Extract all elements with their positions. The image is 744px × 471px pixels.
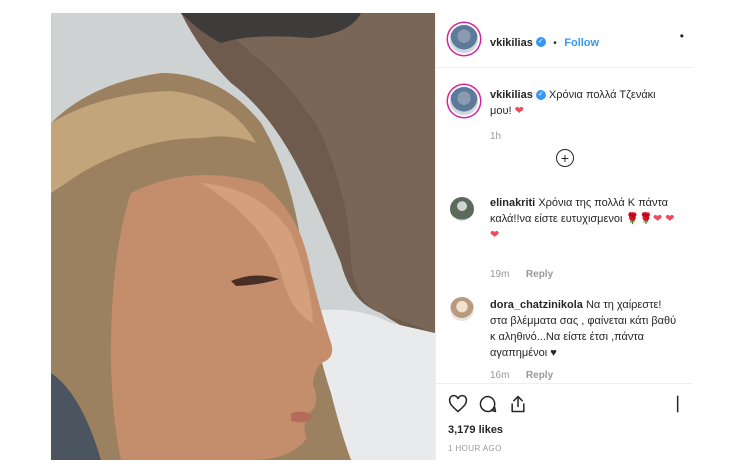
bookmark-icon[interactable] xyxy=(674,394,688,419)
post-timestamp[interactable]: 1 HOUR AGO xyxy=(448,444,502,453)
caption-time: 1h xyxy=(490,131,502,142)
header-meta: vkikilias ✓ • Follow xyxy=(490,33,599,51)
comment-meta: 19m Reply xyxy=(490,264,553,282)
post-header: vkikilias ✓ • Follow • xyxy=(436,13,692,68)
comment-time: 16m xyxy=(490,370,510,381)
more-options-glyph: • xyxy=(679,29,684,43)
photo-image xyxy=(51,13,435,460)
speech-bubble-icon xyxy=(479,395,497,413)
post-actions: 3,179 likes 1 HOUR AGO xyxy=(436,383,692,461)
share-icon[interactable] xyxy=(508,394,528,419)
caption-heart-emoji: ❤ xyxy=(514,105,524,117)
author-avatar[interactable] xyxy=(450,25,478,53)
load-more-comments-icon[interactable]: + xyxy=(556,149,574,167)
comment-username[interactable]: elinakriti xyxy=(490,197,535,209)
follow-button[interactable]: Follow xyxy=(564,37,599,49)
comment-body: dora_chatzinikola Να τη χαίρεστε!στα βλέ… xyxy=(490,297,678,361)
comment-body: elinakriti Χρόνια της πολλά Κ πάντα καλά… xyxy=(490,195,678,243)
save-bookmark-icon xyxy=(676,395,679,413)
post-photo[interactable] xyxy=(51,13,435,460)
comment-emoji: ♥ xyxy=(550,347,557,359)
caption-username[interactable]: vkikilias xyxy=(490,89,533,101)
author-username[interactable]: vkikilias xyxy=(490,37,533,49)
header-separator: • xyxy=(553,38,557,49)
more-options-icon[interactable]: • xyxy=(680,29,684,43)
commenter-avatar[interactable] xyxy=(450,197,474,221)
instagram-post: vkikilias ✓ • Follow • vkikilias ✓ Χρόνια … xyxy=(51,13,692,461)
post-sidebar: vkikilias ✓ • Follow • vkikilias ✓ Χρόνια … xyxy=(435,13,692,461)
comment-meta: 16m Reply xyxy=(490,365,553,383)
commenter-avatar[interactable] xyxy=(450,297,474,321)
load-more-glyph: + xyxy=(560,150,570,166)
heart-outline-icon xyxy=(448,394,468,413)
verified-badge-icon: ✓ xyxy=(535,36,546,47)
share-upload-icon xyxy=(511,395,525,413)
like-heart-icon[interactable] xyxy=(448,394,468,419)
reply-button[interactable]: Reply xyxy=(526,269,553,280)
likes-count[interactable]: 3,179 likes xyxy=(448,424,503,436)
reply-button[interactable]: Reply xyxy=(526,370,553,381)
comment-username[interactable]: dora_chatzinikola xyxy=(490,299,583,311)
caption-avatar[interactable] xyxy=(450,87,478,115)
caption-text-block: vkikilias ✓ Χρόνια πολλά Τζενάκι μου! ❤ xyxy=(490,87,670,119)
verified-badge-icon: ✓ xyxy=(535,90,546,101)
comment-bubble-icon[interactable] xyxy=(478,394,498,419)
comment-time: 19m xyxy=(490,269,510,280)
